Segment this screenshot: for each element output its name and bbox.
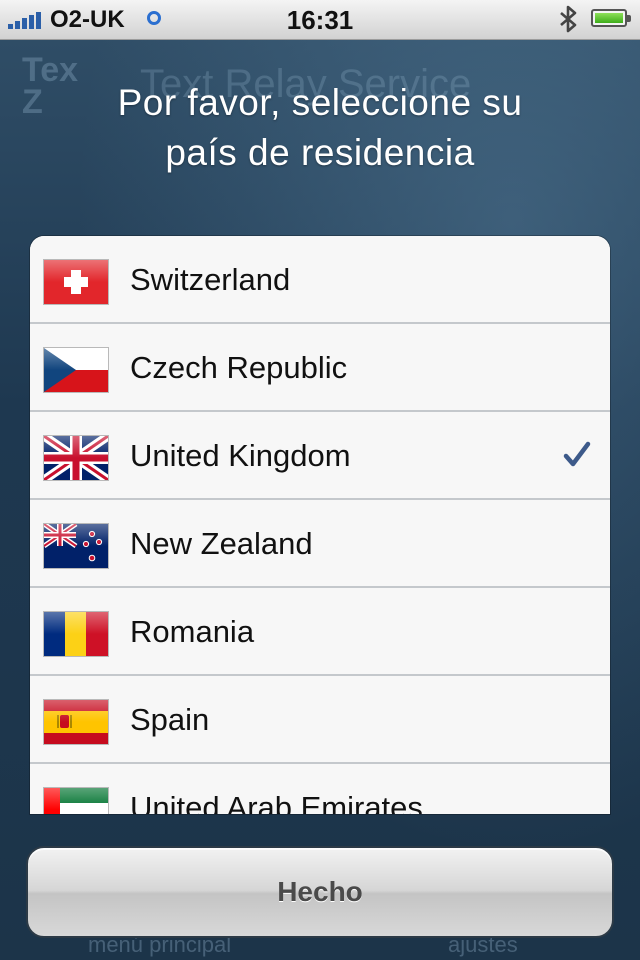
- country-name: United Kingdom: [130, 438, 351, 473]
- done-button[interactable]: Hecho: [26, 846, 614, 938]
- country-row-spain[interactable]: Spain: [30, 676, 610, 764]
- bluetooth-icon: [560, 5, 577, 33]
- country-name: Spain: [130, 702, 210, 737]
- country-row-united-kingdom[interactable]: United Kingdom: [30, 412, 610, 500]
- country-row-new-zealand[interactable]: New Zealand: [30, 500, 610, 588]
- battery-icon: [591, 9, 631, 27]
- country-row-czech-republic[interactable]: Czech Republic: [30, 324, 610, 412]
- status-bar: O2-UK 16:31: [0, 0, 640, 40]
- romania-flag-icon: [44, 612, 108, 656]
- status-time: 16:31: [286, 5, 354, 35]
- uae-flag-icon: [44, 788, 108, 814]
- prompt-line-2: país de residencia: [165, 132, 475, 173]
- prompt-line-1: Por favor, seleccione su: [117, 82, 523, 123]
- country-row-switzerland[interactable]: Switzerland: [30, 236, 610, 324]
- checkmark-icon: [563, 441, 591, 467]
- country-name: United Arab Emirates: [130, 790, 423, 814]
- nz-flag-icon: [44, 524, 108, 568]
- country-name: New Zealand: [130, 526, 313, 561]
- spain-flag-icon: [44, 700, 108, 744]
- country-list[interactable]: Switzerland Czech Republic United Kingdo…: [30, 236, 610, 814]
- country-row-romania[interactable]: Romania: [30, 588, 610, 676]
- country-row-uae[interactable]: United Arab Emirates: [30, 764, 610, 814]
- prompt-title: Por favor, seleccione su país de residen…: [0, 78, 640, 178]
- country-name: Czech Republic: [130, 350, 348, 385]
- czech-flag-icon: [44, 348, 108, 392]
- country-name: Switzerland: [130, 262, 291, 297]
- swiss-flag-icon: [44, 260, 108, 304]
- uk-flag-icon: [44, 436, 108, 480]
- country-name: Romania: [130, 614, 255, 649]
